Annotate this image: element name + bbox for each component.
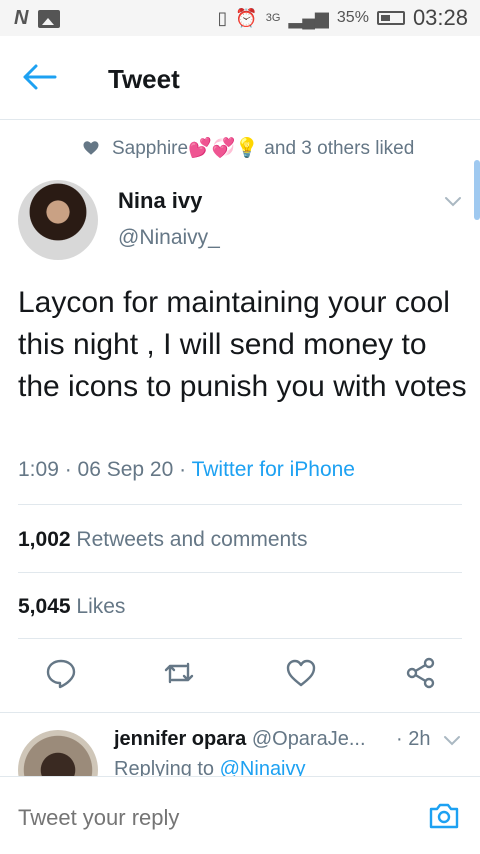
comment-icon[interactable] xyxy=(44,656,78,690)
divider xyxy=(18,638,462,639)
arrow-left-icon xyxy=(23,64,57,90)
retweets-stat[interactable]: 1,002 Retweets and comments xyxy=(18,528,308,552)
reply-input[interactable] xyxy=(18,805,398,831)
share-icon[interactable] xyxy=(404,656,438,690)
header: Tweet xyxy=(0,36,480,120)
n-icon: N xyxy=(14,7,29,29)
author-avatar[interactable] xyxy=(18,180,98,260)
liked-text: Sapphire💕💞💡 and 3 others liked xyxy=(112,138,415,159)
divider xyxy=(0,712,480,713)
status-bar: N ▯ ⏰ 3G ▂▄▆ 35% 03:28 xyxy=(0,0,480,36)
scrollbar[interactable] xyxy=(474,160,480,220)
back-button[interactable] xyxy=(22,62,58,92)
divider xyxy=(18,572,462,573)
battery-percent: 35% xyxy=(336,9,369,26)
like-icon[interactable] xyxy=(284,656,318,690)
tweet-meta: 1:09 · 06 Sep 20 · Twitter for iPhone xyxy=(18,458,355,482)
reply-author-name: jennifer opara xyxy=(114,728,247,750)
likes-count: 5,045 xyxy=(18,595,71,618)
author-name[interactable]: Nina ivy xyxy=(118,188,202,214)
tweet-text: Laycon for maintaining your cool this ni… xyxy=(18,286,467,403)
page-title: Tweet xyxy=(108,64,180,94)
retweets-label: Retweets and comments xyxy=(76,528,308,551)
chevron-down-icon[interactable] xyxy=(442,730,462,750)
tweet-actions xyxy=(0,656,480,696)
author-handle[interactable]: @Ninaivy_ xyxy=(118,226,220,250)
camera-icon[interactable] xyxy=(428,801,460,831)
gallery-icon xyxy=(38,9,61,28)
signal-icon: ▂▄▆ xyxy=(288,7,329,28)
vibrate-icon: ▯ xyxy=(217,7,228,28)
divider xyxy=(18,504,462,505)
battery-icon xyxy=(376,11,405,25)
retweet-icon[interactable] xyxy=(162,656,196,690)
social-context[interactable]: Sapphire💕💞💡 and 3 others liked xyxy=(82,136,414,160)
reply-time: · 2h xyxy=(396,728,431,750)
tweet-source[interactable]: Twitter for iPhone xyxy=(192,458,355,481)
likes-label: Likes xyxy=(76,595,126,618)
tweet-timestamp: 1:09 · 06 Sep 20 · xyxy=(18,458,192,481)
reply-composer xyxy=(0,776,480,854)
retweets-count: 1,002 xyxy=(18,528,71,551)
heart-icon xyxy=(83,141,99,155)
reply-author[interactable]: jennifer opara @OparaJe... xyxy=(114,728,366,751)
likes-stat[interactable]: 5,045 Likes xyxy=(18,595,125,619)
network-type: 3G xyxy=(265,12,281,24)
status-time: 03:28 xyxy=(412,5,468,30)
chevron-down-icon[interactable] xyxy=(442,190,464,212)
reply-author-handle: @OparaJe... xyxy=(251,728,366,750)
alarm-icon: ⏰ xyxy=(235,7,258,28)
